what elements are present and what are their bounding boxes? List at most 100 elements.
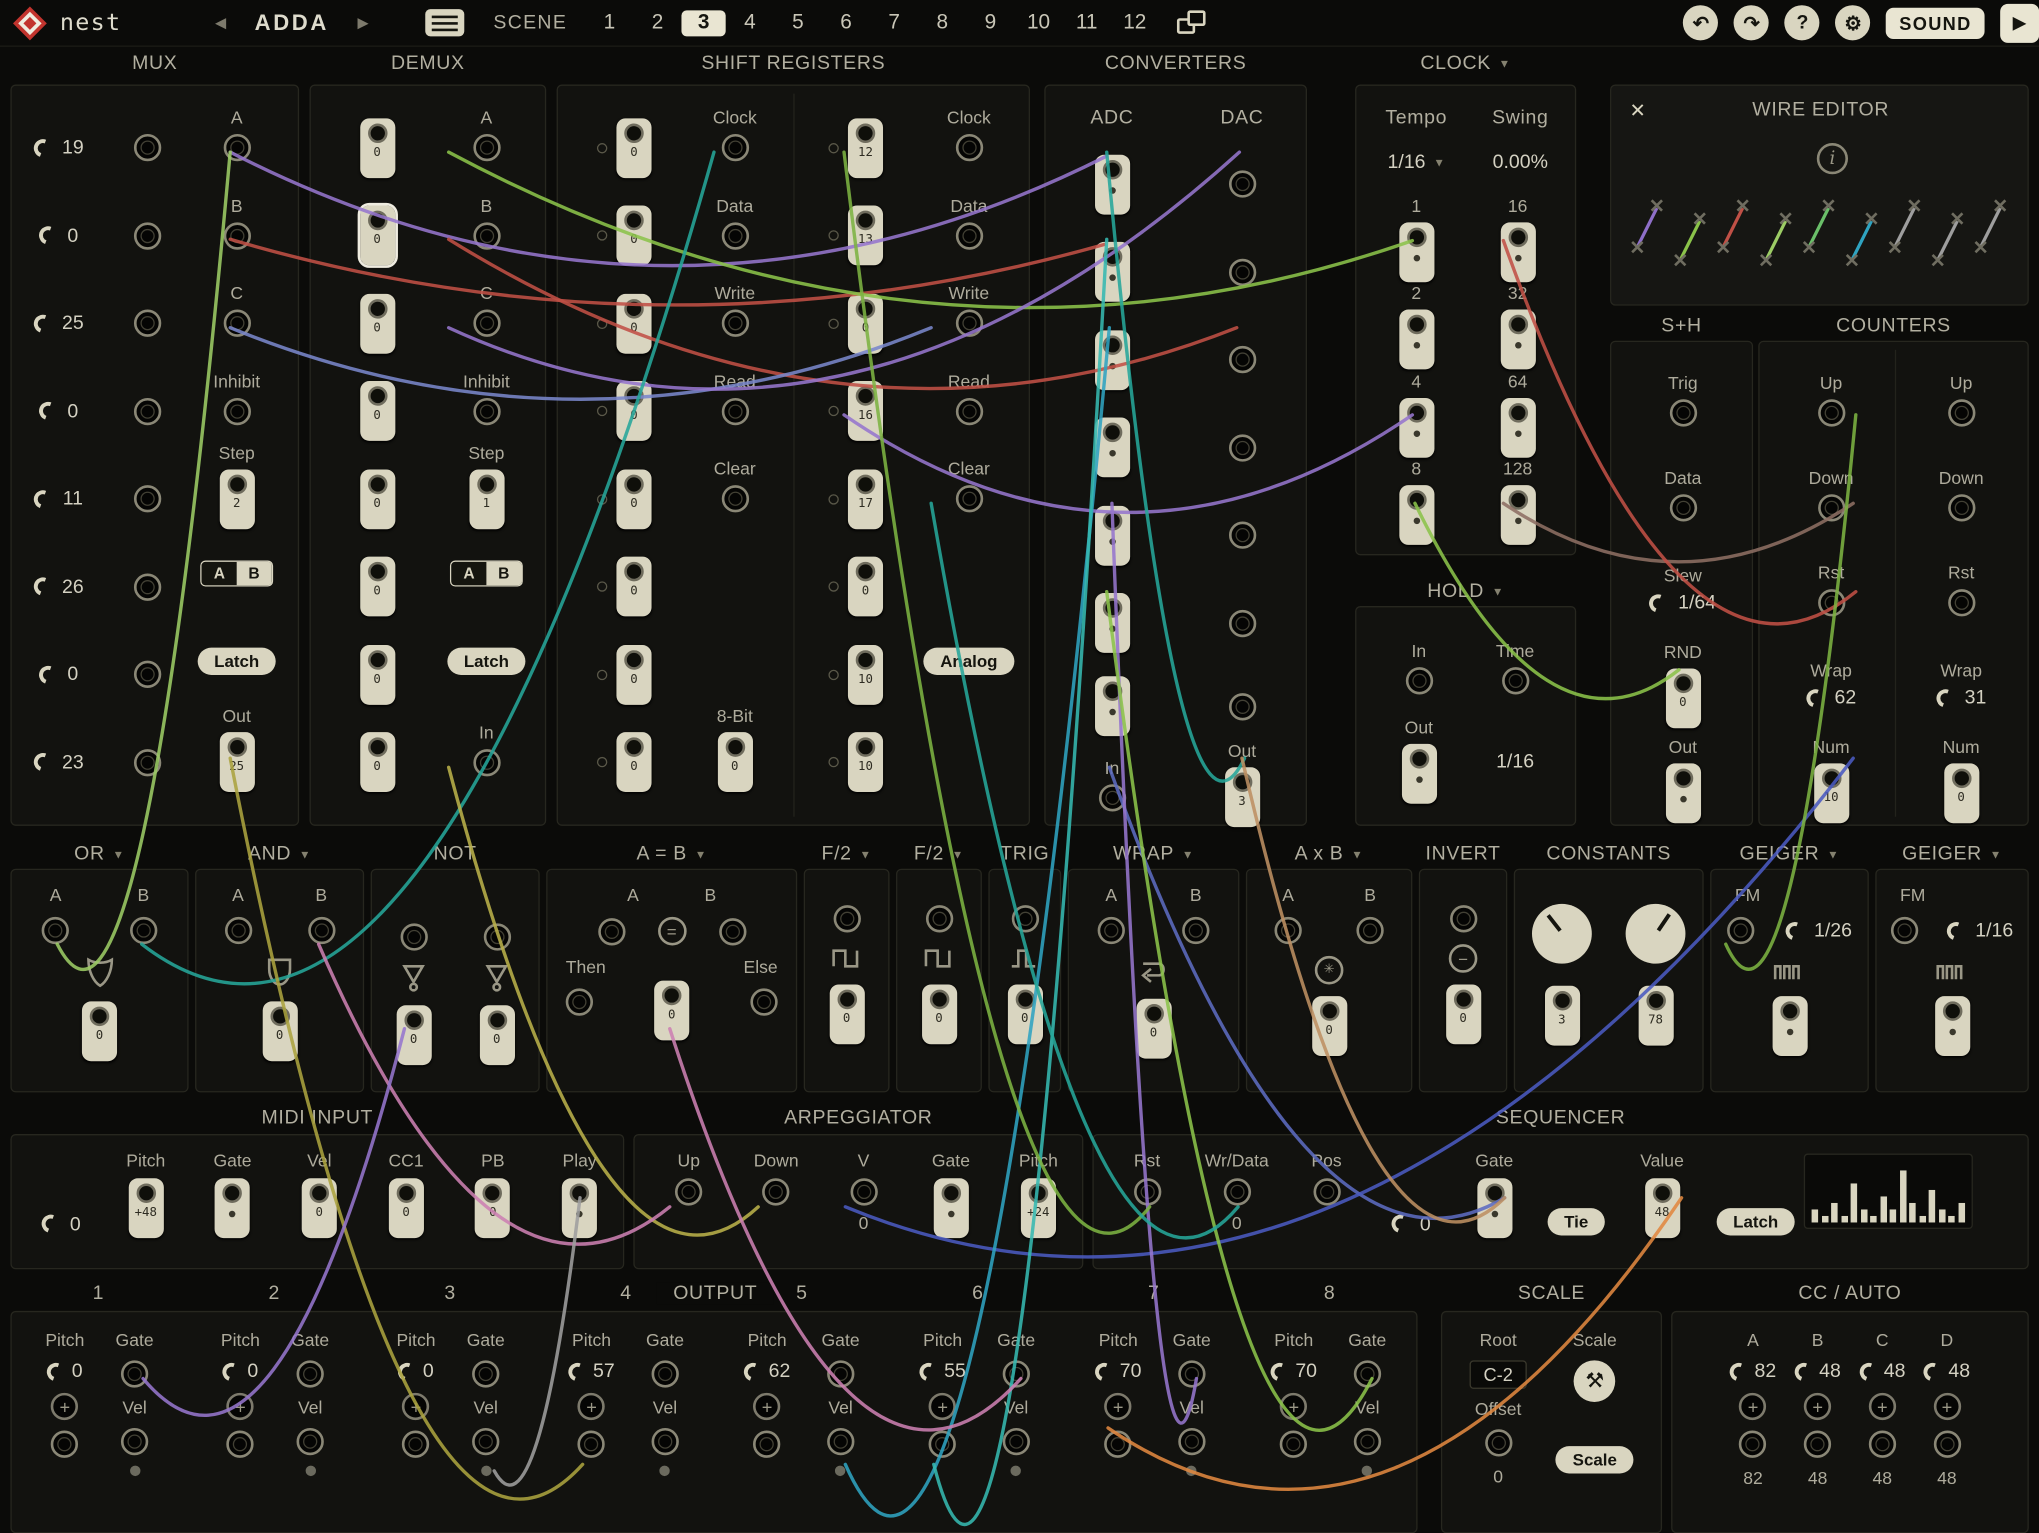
- sr2-tap-4[interactable]: [828, 406, 838, 416]
- out6-pitch-knob[interactable]: [916, 1359, 940, 1383]
- cc-a-cv-jack[interactable]: +: [1739, 1393, 1766, 1420]
- dac-bit-jack-5[interactable]: [1228, 522, 1255, 549]
- out7-pitch-knob[interactable]: [1092, 1359, 1116, 1383]
- aeqb-header[interactable]: A = B▼: [546, 843, 797, 865]
- sr2-analog-button[interactable]: Analog: [923, 648, 1014, 675]
- mux-out-socket[interactable]: 25: [219, 733, 254, 793]
- scene-tab-8[interactable]: 8: [918, 11, 966, 34]
- invert-out-socket[interactable]: 0: [1446, 984, 1481, 1044]
- sr1-tap-2[interactable]: [597, 231, 607, 241]
- mux-in-jack-3[interactable]: [133, 310, 160, 337]
- sr2-tap-1[interactable]: [828, 143, 838, 153]
- wrap-b-jack[interactable]: [1182, 917, 1209, 944]
- clock-div-32-socket[interactable]: [1500, 310, 1535, 370]
- counter2-up-jack[interactable]: [1947, 399, 1974, 426]
- sr2-tap-3[interactable]: [828, 318, 838, 328]
- f2a-header[interactable]: F/2▼: [804, 843, 890, 865]
- out6-pitch-cv-jack[interactable]: +: [929, 1393, 956, 1420]
- or-b-jack[interactable]: [130, 917, 157, 944]
- mux-in-jack-4[interactable]: [133, 398, 160, 425]
- scene-tab-6[interactable]: 6: [822, 11, 870, 34]
- out4-pitch-jack[interactable]: [578, 1431, 605, 1458]
- dac-bit-jack-6[interactable]: [1228, 610, 1255, 637]
- sr1-cell-socket-1[interactable]: 0: [616, 118, 651, 178]
- cc-d-cv-jack[interactable]: +: [1933, 1393, 1960, 1420]
- adc-bit-socket-1[interactable]: [1094, 154, 1129, 214]
- and-out-socket[interactable]: 0: [262, 1001, 297, 1061]
- geiger2-fm-jack[interactable]: [1891, 917, 1918, 944]
- demux-out-socket-4[interactable]: 0: [360, 381, 395, 441]
- mux-inhibit-jack[interactable]: [223, 398, 250, 425]
- seq-value-socket[interactable]: 48: [1644, 1178, 1679, 1238]
- sr2-data-jack[interactable]: [955, 222, 982, 249]
- mux-in-jack-7[interactable]: [133, 661, 160, 688]
- scale-button[interactable]: Scale: [1556, 1446, 1634, 1473]
- cc-a-knob[interactable]: [1727, 1359, 1751, 1383]
- out2-gate-jack[interactable]: [297, 1360, 324, 1387]
- sh-out-socket[interactable]: [1665, 763, 1700, 823]
- scale-tool-icon[interactable]: ⚒: [1574, 1360, 1616, 1402]
- mux-c-jack[interactable]: [223, 310, 250, 337]
- f2b-out-socket[interactable]: 0: [921, 984, 956, 1044]
- mux-a-jack[interactable]: [223, 134, 250, 161]
- counter2-rst-jack[interactable]: [1947, 589, 1974, 616]
- sr1-tap-5[interactable]: [597, 494, 607, 504]
- demux-inhibit-jack[interactable]: [473, 398, 500, 425]
- f2a-out-socket[interactable]: 0: [829, 984, 864, 1044]
- constant2-knob[interactable]: [1626, 904, 1686, 964]
- midi-pitch-socket[interactable]: +48: [128, 1178, 163, 1238]
- cc-c-cv-jack[interactable]: +: [1869, 1393, 1896, 1420]
- mux-in-jack-5[interactable]: [133, 485, 160, 512]
- wire-swatch-8[interactable]: [1930, 208, 1964, 276]
- demux-out-socket-6[interactable]: 0: [360, 557, 395, 617]
- hold-time-jack[interactable]: [1501, 667, 1528, 694]
- out6-vel-jack[interactable]: [1002, 1428, 1029, 1455]
- demux-step-socket[interactable]: 1: [469, 469, 504, 529]
- demux-b-jack[interactable]: [473, 222, 500, 249]
- or-out-socket[interactable]: 0: [82, 1001, 117, 1061]
- dac-bit-jack-3[interactable]: [1228, 346, 1255, 373]
- mux-latch-button[interactable]: Latch: [197, 648, 276, 675]
- out8-gate-jack[interactable]: [1354, 1360, 1381, 1387]
- adc-bit-socket-4[interactable]: [1094, 418, 1129, 478]
- f2a-in-jack[interactable]: [833, 905, 860, 932]
- out3-vel-jack[interactable]: [472, 1428, 499, 1455]
- seq-latch-button[interactable]: Latch: [1716, 1208, 1795, 1235]
- trig-out-socket[interactable]: 0: [1007, 984, 1042, 1044]
- scene-tab-2[interactable]: 2: [633, 11, 681, 34]
- out4-pitch-knob[interactable]: [565, 1359, 589, 1383]
- demux-c-jack[interactable]: [473, 310, 500, 337]
- not2-in-jack[interactable]: [483, 923, 510, 950]
- sr1-cell-socket-5[interactable]: 0: [616, 469, 651, 529]
- mux-knob-8[interactable]: [30, 750, 54, 774]
- out2-pitch-cv-jack[interactable]: +: [227, 1393, 254, 1420]
- sr2-cell-socket-7[interactable]: 10: [848, 645, 883, 705]
- midi-cc1-socket[interactable]: 0: [389, 1178, 424, 1238]
- clock-div-4-socket[interactable]: [1399, 398, 1434, 458]
- or-header[interactable]: OR▼: [10, 843, 188, 865]
- scene-tab-7[interactable]: 7: [870, 11, 918, 34]
- arp-pitch-socket[interactable]: +24: [1021, 1178, 1056, 1238]
- menu-icon[interactable]: [426, 9, 465, 36]
- sr1-read-jack[interactable]: [721, 398, 748, 425]
- out4-pitch-cv-jack[interactable]: +: [578, 1393, 605, 1420]
- out2-pitch-jack[interactable]: [227, 1431, 254, 1458]
- out3-pitch-knob[interactable]: [395, 1359, 419, 1383]
- not2-out-socket[interactable]: 0: [479, 1005, 514, 1065]
- dac-bit-jack-7[interactable]: [1228, 693, 1255, 720]
- preset-name[interactable]: ADDA: [255, 10, 329, 36]
- demux-a-jack[interactable]: [473, 134, 500, 161]
- wire-swatch-6[interactable]: [1844, 208, 1878, 276]
- invert-in-jack[interactable]: [1449, 905, 1476, 932]
- copy-scene-icon[interactable]: [1177, 10, 1211, 36]
- counter1-up-jack[interactable]: [1817, 399, 1844, 426]
- out8-pitch-knob[interactable]: [1268, 1359, 1292, 1383]
- counter2-num-socket[interactable]: 0: [1944, 763, 1979, 823]
- demux-in-jack[interactable]: [473, 749, 500, 776]
- out3-gate-jack[interactable]: [472, 1360, 499, 1387]
- out5-gate-jack[interactable]: [827, 1360, 854, 1387]
- midi-gate-socket[interactable]: [215, 1178, 250, 1238]
- scene-tab-4[interactable]: 4: [726, 11, 774, 34]
- f2b-header[interactable]: F/2▼: [896, 843, 982, 865]
- sr1-cell-socket-2[interactable]: 0: [616, 206, 651, 266]
